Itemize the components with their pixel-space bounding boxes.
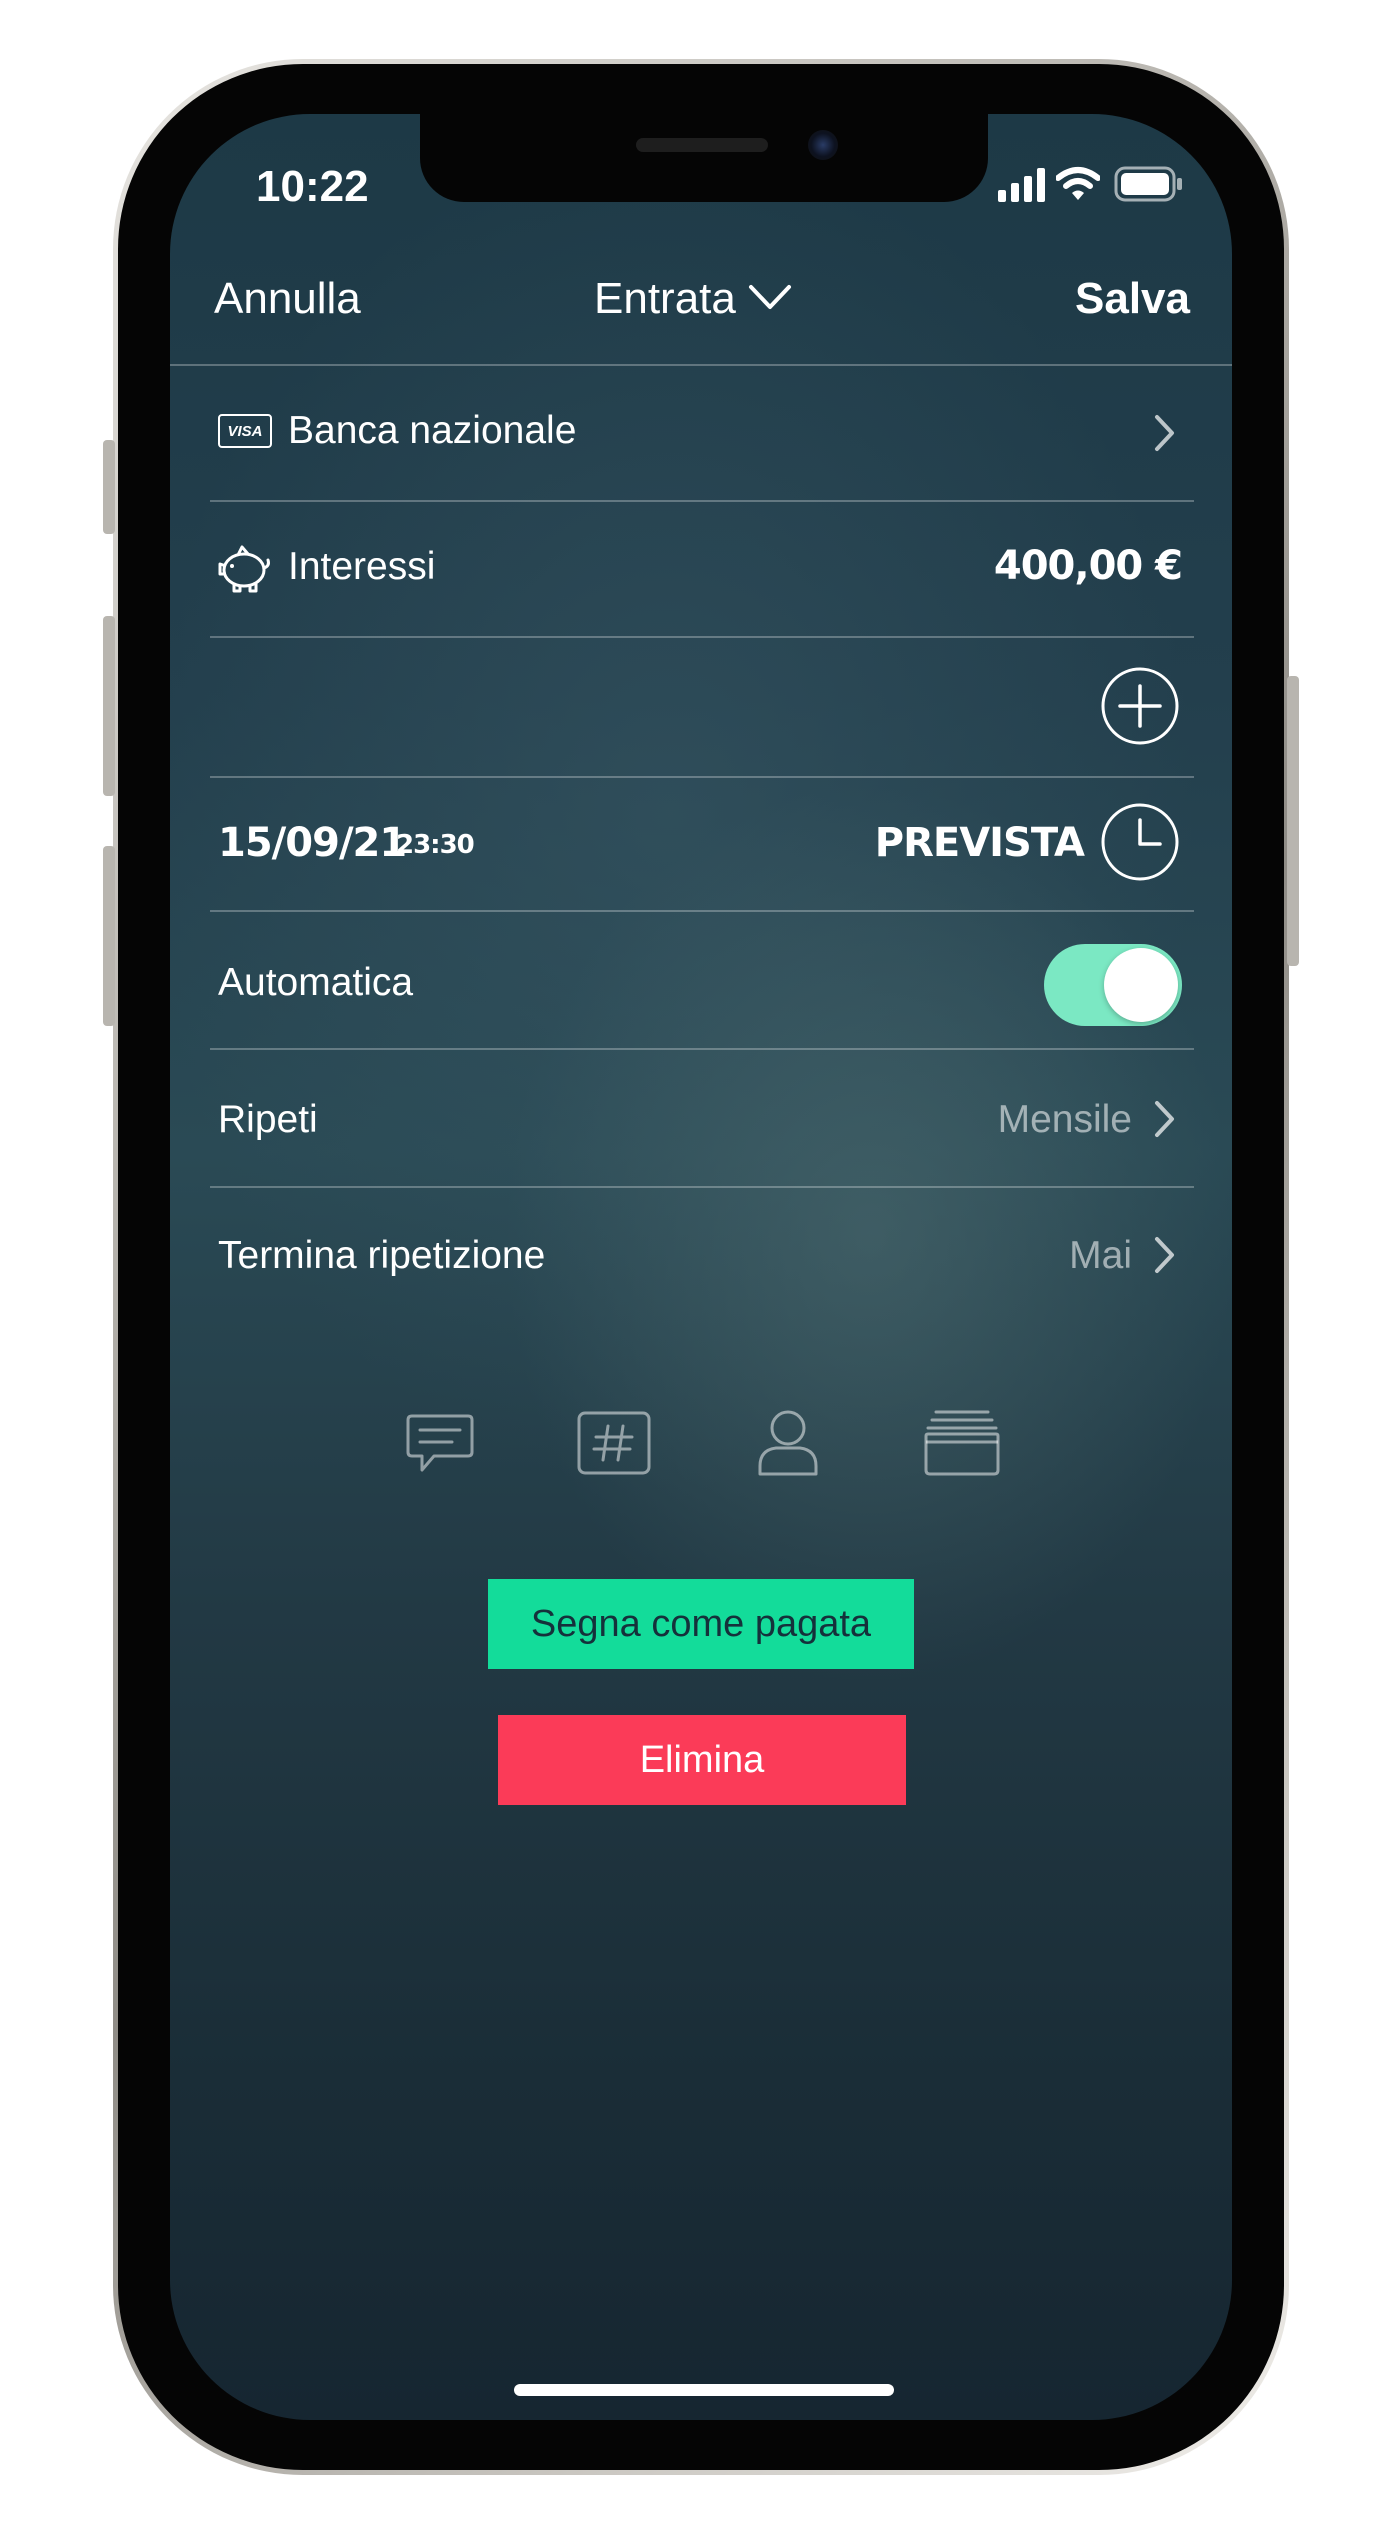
date-row[interactable]: 15/09/21 23:30 PREVISTA: [170, 778, 1232, 910]
end-repeat-value: Mai: [1069, 1234, 1132, 1277]
chevron-right-icon: [1154, 414, 1176, 457]
account-name: Banca nazionale: [288, 409, 577, 452]
volume-up-button: [103, 616, 115, 796]
transaction-type-label: Entrata: [594, 274, 736, 323]
save-button[interactable]: Salva: [1075, 274, 1190, 324]
time-value[interactable]: 23:30: [396, 830, 475, 860]
toggle-knob: [1104, 948, 1178, 1022]
status-time: 10:22: [256, 162, 369, 211]
row-divider: [210, 636, 1194, 638]
contact-icon[interactable]: [756, 1408, 820, 1483]
tag-icon[interactable]: [576, 1410, 652, 1481]
archive-icon[interactable]: [922, 1408, 1002, 1483]
end-repeat-row[interactable]: Termina ripetizione Mai: [170, 1188, 1232, 1324]
piggy-bank-icon: [216, 544, 272, 599]
app-screen: 10:22 Annulla Entrata Salva VISA Banca n…: [170, 114, 1232, 2420]
delete-button[interactable]: Elimina: [498, 1715, 906, 1805]
category-row[interactable]: Interessi 400,00 €: [170, 502, 1232, 636]
front-camera: [808, 130, 838, 160]
chevron-down-icon: [748, 283, 792, 316]
volume-down-button: [103, 846, 115, 1026]
power-button: [1287, 676, 1299, 966]
end-repeat-label: Termina ripetizione: [218, 1234, 546, 1277]
transaction-type-selector[interactable]: Entrata: [594, 274, 792, 324]
row-divider: [210, 910, 1194, 912]
cancel-button[interactable]: Annulla: [214, 274, 361, 324]
automatic-label: Automatica: [218, 961, 414, 1004]
signal-icon: [998, 168, 1046, 207]
account-row[interactable]: VISA Banca nazionale: [170, 366, 1232, 500]
visa-badge-text: VISA: [227, 422, 263, 440]
date-value[interactable]: 15/09/21: [218, 820, 407, 866]
wifi-icon: [1055, 166, 1101, 207]
battery-icon: [1114, 166, 1184, 207]
mark-paid-button[interactable]: Segna come pagata: [488, 1579, 914, 1669]
chevron-right-icon: [1154, 1100, 1176, 1143]
repeat-row[interactable]: Ripeti Mensile: [170, 1050, 1232, 1186]
clock-icon[interactable]: [1100, 802, 1180, 887]
chevron-right-icon: [1154, 1236, 1176, 1279]
speaker: [636, 138, 768, 152]
category-name: Interessi: [288, 545, 436, 588]
status-label[interactable]: PREVISTA: [875, 820, 1085, 866]
home-indicator[interactable]: [514, 2384, 894, 2396]
repeat-value: Mensile: [997, 1098, 1132, 1141]
note-icon[interactable]: [404, 1412, 476, 1485]
amount-value[interactable]: 400,00 €: [994, 543, 1183, 589]
add-circle-icon[interactable]: [1100, 666, 1180, 751]
credit-card-icon: VISA: [218, 414, 272, 448]
silent-switch: [103, 440, 115, 534]
notch: [420, 114, 988, 202]
automatic-toggle[interactable]: [1044, 944, 1182, 1026]
repeat-label: Ripeti: [218, 1098, 318, 1141]
